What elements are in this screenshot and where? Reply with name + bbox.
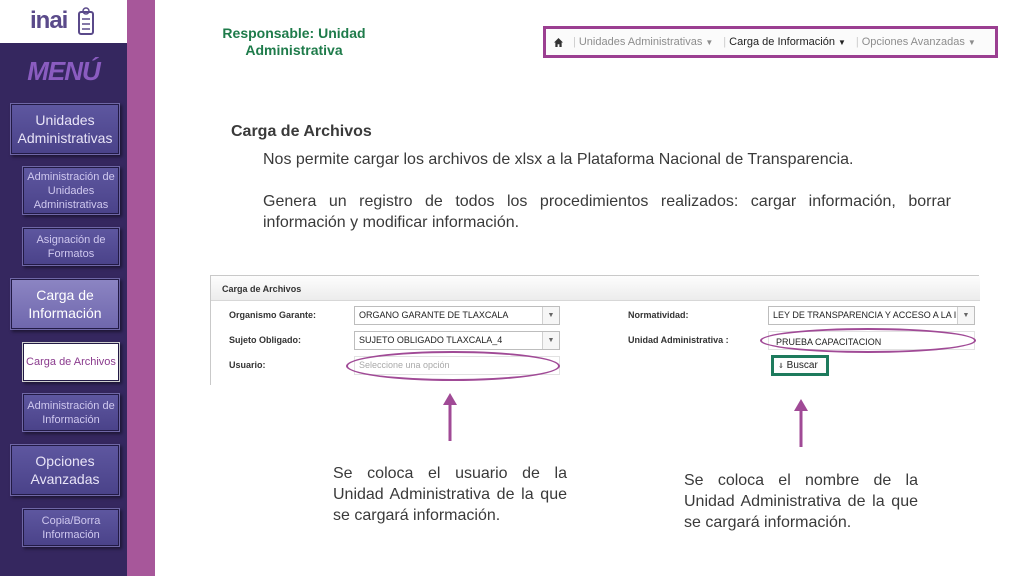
chevron-down-icon: ▼ (705, 38, 714, 47)
menu-label: Asignación de Formatos (36, 233, 106, 260)
chevron-down-icon: ▼ (837, 38, 846, 47)
nav-unidades-administrativas[interactable]: | Unidades Administrativas ▼ (573, 36, 713, 48)
nav-label: Unidades Administrativas (578, 36, 703, 48)
unidad-label: Unidad Administrativa : (628, 335, 729, 345)
sujeto-select[interactable]: SUJETO OBLIGADO TLAXCALA_4 ▼ (354, 331, 560, 350)
logo-area: inai (0, 0, 127, 43)
top-navbar: | Unidades Administrativas ▼ | Carga de Inf… (543, 26, 998, 58)
sidebar: inai MENÚ Unidades Administrativas Admin… (0, 0, 127, 576)
select-value: ORGANO GARANTE DE TLAXCALA (359, 310, 509, 320)
responsable-label: Responsable: Unidad Administrativa (222, 25, 366, 58)
home-icon[interactable] (554, 37, 563, 47)
sujeto-label: Sujeto Obligado: (229, 335, 301, 345)
separator-icon: | (723, 36, 727, 48)
buscar-button[interactable]: ⇓ Buscar (771, 355, 829, 376)
nav-label: Opciones Avanzadas (861, 36, 965, 48)
section-title: Carga de Archivos (231, 123, 372, 140)
description-paragraph: Genera un registro de todos los procedim… (263, 193, 951, 231)
select-value: SUJETO OBLIGADO TLAXCALA_4 (359, 335, 503, 345)
organismo-select[interactable]: ORGANO GARANTE DE TLAXCALA ▼ (354, 306, 560, 325)
menu-asignacion-formatos[interactable]: Asignación de Formatos (22, 227, 120, 266)
usuario-label: Usuario: (229, 360, 266, 370)
unidad-select[interactable]: PRUEBA CAPACITACION (768, 331, 975, 350)
arrow-up-icon (443, 393, 457, 441)
menu-label: Carga de Archivos (26, 356, 116, 368)
chevron-down-icon: ▼ (967, 38, 976, 47)
normatividad-select[interactable]: LEY DE TRANSPARENCIA Y ACCESO A LA IN ▼ (768, 306, 975, 325)
caption-unidad: Se coloca el nombre de la Unidad Adminis… (684, 472, 918, 531)
caption-usuario: Se coloca el usuario de la Unidad Admini… (333, 465, 567, 524)
panel-title: Carga de Archivos (211, 276, 980, 301)
menu-label: Copia/Borra Información (41, 514, 101, 541)
chevron-down-icon: ▼ (542, 307, 559, 324)
nav-carga-informacion[interactable]: | Carga de Información ▼ (723, 36, 846, 48)
menu-administracion-informacion[interactable]: Administración de Información (22, 393, 120, 432)
select-value: LEY DE TRANSPARENCIA Y ACCESO A LA IN (773, 310, 963, 320)
normatividad-label: Normatividad: (628, 310, 689, 320)
logo-icon (78, 7, 94, 35)
usuario-select[interactable]: Seleccione una opción (354, 356, 560, 375)
menu-carga-informacion[interactable]: Carga de Información (10, 278, 120, 330)
chevron-down-icon: ▼ (542, 332, 559, 349)
separator-icon: | (573, 36, 576, 48)
description-paragraph: Nos permite cargar los archivos de xlsx … (263, 151, 854, 168)
arrow-up-icon (794, 399, 808, 447)
logo-text: inai (30, 7, 68, 34)
menu-copia-borra-informacion[interactable]: Copia/Borra Información (22, 508, 120, 547)
menu-label: Administración de Información (27, 399, 115, 426)
menu-unidades-administrativas[interactable]: Unidades Administrativas (10, 103, 120, 155)
menu-label: Unidades Administrativas (17, 112, 113, 146)
nav-label: Carga de Información (729, 36, 835, 48)
organismo-label: Organismo Garante: (229, 310, 317, 320)
select-placeholder: Seleccione una opción (359, 360, 450, 370)
nav-opciones-avanzadas[interactable]: | Opciones Avanzadas ▼ (856, 36, 976, 48)
separator-icon: | (855, 36, 859, 48)
menu-label: Carga de Información (28, 287, 102, 321)
buscar-label: Buscar (786, 360, 818, 371)
form-panel: Carga de Archivos (210, 275, 980, 385)
select-value: PRUEBA CAPACITACION (776, 337, 882, 347)
download-icon: ⇓ (778, 363, 784, 370)
menu-label: Opciones Avanzadas (30, 453, 100, 487)
menu-label: Administración de Unidades Administrativ… (27, 170, 115, 211)
menu-administracion-unidades[interactable]: Administración de Unidades Administrativ… (22, 166, 120, 215)
chevron-down-icon: ▼ (957, 307, 974, 324)
menu-title: MENÚ (27, 56, 101, 86)
accent-strip (127, 0, 155, 576)
menu-opciones-avanzadas[interactable]: Opciones Avanzadas (10, 444, 120, 496)
menu-carga-archivos[interactable]: Carga de Archivos (22, 342, 120, 382)
